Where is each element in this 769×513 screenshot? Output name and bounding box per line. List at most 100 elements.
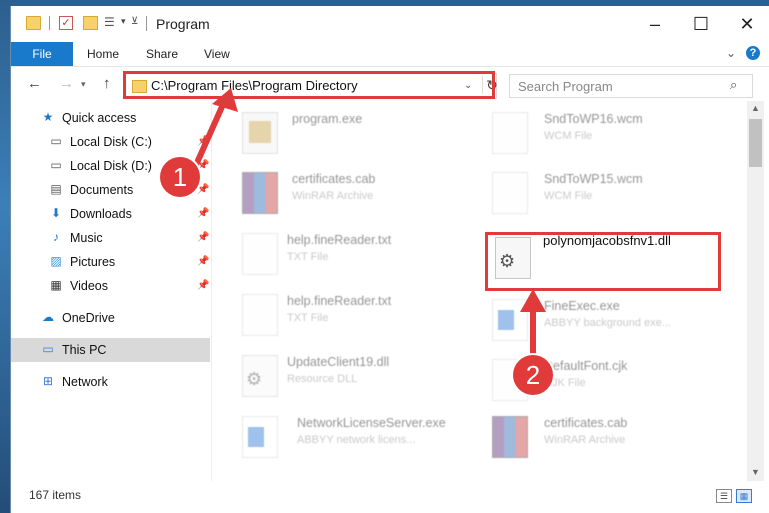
status-bar: 167 items ☰ ▦ — [11, 481, 769, 513]
up-arrow-icon[interactable]: ↑ — [103, 75, 111, 92]
file-name: FineExec.exe — [544, 299, 620, 313]
file-item[interactable]: certificates.cab WinRAR Archive — [242, 166, 472, 222]
folder-icon[interactable] — [26, 16, 41, 30]
sidebar-item-this-pc[interactable]: ▭ This PC — [11, 338, 210, 362]
sidebar-item-videos[interactable]: ▦ Videos 📌 — [11, 274, 211, 298]
maximize-button[interactable]: ☐ — [678, 6, 724, 42]
search-icon: ⌕ — [730, 77, 738, 92]
sidebar-item-local-disk-c[interactable]: ▭ Local Disk (C:) 📌 — [11, 130, 211, 154]
step-1-badge: 1 — [160, 157, 200, 197]
file-item[interactable]: program.exe — [242, 106, 472, 162]
help-icon[interactable]: ? — [746, 46, 760, 60]
sidebar-item-label: Local Disk (D:) — [70, 159, 152, 173]
tab-share[interactable]: Share — [146, 42, 178, 66]
scroll-up-icon[interactable]: ▲ — [751, 103, 760, 113]
sidebar-item-label: Documents — [70, 183, 134, 197]
ribbon-tabs: File Home Share View ⌄ ? — [11, 42, 769, 66]
archive-file-icon — [492, 416, 528, 458]
wcm-file-icon — [492, 112, 528, 154]
sidebar-item-downloads[interactable]: ⬇ Downloads 📌 — [11, 202, 211, 226]
divider — [49, 16, 50, 30]
file-type: Resource DLL — [287, 373, 358, 385]
wcm-file-icon — [492, 172, 528, 214]
pin-icon[interactable]: 📌 — [197, 208, 209, 219]
text-file-icon — [242, 233, 278, 275]
file-type: TXT File — [287, 251, 329, 263]
sidebar-item-network[interactable]: ⊞ Network — [11, 370, 211, 394]
file-item[interactable]: NetworkLicenseServer.exe ABBYY network l… — [242, 410, 482, 466]
pictures-icon: ▨ — [50, 254, 62, 268]
file-type: WinRAR Archive — [544, 434, 626, 446]
text-file-icon — [242, 294, 278, 336]
file-type: WinRAR Archive — [292, 190, 374, 202]
file-name: UpdateClient19.dll — [287, 355, 390, 369]
sidebar-item-label: Videos — [70, 279, 108, 293]
expand-ribbon-icon[interactable]: ⌄ — [726, 46, 736, 60]
file-item[interactable]: SndToWP15.wcm WCM File — [492, 166, 732, 222]
file-item[interactable]: certificates.cab WinRAR Archive — [492, 410, 732, 466]
tab-view[interactable]: View — [204, 42, 230, 66]
customize-toolbar-icon[interactable]: ⊻ — [131, 16, 138, 27]
pin-icon[interactable]: 📌 — [197, 184, 209, 195]
properties-icon[interactable]: ☰ — [104, 16, 116, 28]
file-name: certificates.cab — [544, 416, 628, 430]
pin-icon[interactable]: 📌 — [197, 256, 209, 267]
drive-icon: ▭ — [50, 158, 62, 172]
sidebar-item-label: Quick access — [62, 111, 137, 125]
file-type: WCM File — [544, 130, 593, 142]
sidebar-item-label: This PC — [62, 343, 107, 357]
new-folder-icon[interactable] — [83, 16, 98, 30]
scroll-down-icon[interactable]: ▼ — [751, 467, 760, 477]
file-list: program.exe certificates.cab WinRAR Arch… — [212, 101, 747, 481]
large-icons-view-icon[interactable]: ▦ — [736, 489, 752, 503]
minimize-button[interactable]: – — [632, 6, 678, 42]
exe-file-icon — [242, 112, 278, 154]
pin-icon[interactable]: 📌 — [197, 280, 209, 291]
pc-icon: ▭ — [42, 342, 54, 356]
exe-file-icon — [242, 416, 278, 458]
title-bar: ✓ ☰ ▾ ⊻ Program – ☐ ✕ — [11, 6, 769, 42]
details-view-icon[interactable]: ☰ — [716, 489, 732, 503]
sidebar-item-quick-access[interactable]: ★ Quick access — [11, 106, 211, 130]
sidebar-item-onedrive[interactable]: ☁ OneDrive — [11, 306, 211, 330]
sidebar-item-music[interactable]: ♪ Music 📌 — [11, 226, 211, 250]
sidebar-item-pictures[interactable]: ▨ Pictures 📌 — [11, 250, 211, 274]
close-button[interactable]: ✕ — [724, 6, 769, 42]
pin-icon[interactable]: 📌 — [197, 136, 209, 147]
documents-icon: ▤ — [50, 182, 62, 196]
file-name: NetworkLicenseServer.exe — [297, 416, 446, 430]
file-name: help.fineReader.txt — [287, 233, 392, 247]
file-type: WCM File — [544, 190, 593, 202]
file-name: SndToWP15.wcm — [544, 172, 643, 186]
scrollbar-thumb[interactable] — [749, 119, 762, 167]
forward-arrow-icon[interactable]: → — [59, 75, 74, 92]
sidebar-item-label: Downloads — [70, 207, 132, 221]
recent-locations-icon[interactable]: ▾ — [81, 79, 86, 90]
star-icon: ★ — [42, 110, 54, 124]
search-input[interactable]: Search Program ⌕ — [509, 74, 753, 98]
file-item[interactable]: help.fineReader.txt TXT File — [242, 288, 472, 344]
back-arrow-icon[interactable]: ← — [27, 75, 42, 92]
tab-home[interactable]: Home — [87, 42, 119, 66]
file-item[interactable]: FineExec.exe ABBYY background exe... — [492, 293, 732, 349]
file-name: certificates.cab — [292, 172, 376, 186]
download-icon: ⬇ — [50, 206, 62, 220]
file-item[interactable]: help.fineReader.txt TXT File — [242, 227, 472, 283]
drive-icon: ▭ — [50, 134, 62, 148]
item-count: 167 items — [29, 488, 82, 502]
file-name: program.exe — [292, 112, 363, 126]
file-item[interactable]: SndToWP16.wcm WCM File — [492, 106, 732, 162]
file-name: help.fineReader.txt — [287, 294, 392, 308]
chevron-down-icon[interactable]: ▾ — [121, 16, 126, 27]
file-item[interactable]: ⚙ UpdateClient19.dll Resource DLL — [242, 349, 472, 405]
address-highlight-box — [123, 71, 495, 99]
sidebar-item-label: Music — [70, 231, 103, 245]
tab-file[interactable]: File — [11, 42, 73, 66]
music-icon: ♪ — [53, 230, 59, 244]
sidebar-item-label: Network — [62, 375, 108, 389]
file-name: SndToWP16.wcm — [544, 112, 643, 126]
exe-file-icon — [492, 299, 528, 341]
vertical-scrollbar[interactable]: ▲ ▼ — [747, 101, 764, 481]
properties-check-icon[interactable]: ✓ — [59, 16, 73, 30]
pin-icon[interactable]: 📌 — [197, 232, 209, 243]
